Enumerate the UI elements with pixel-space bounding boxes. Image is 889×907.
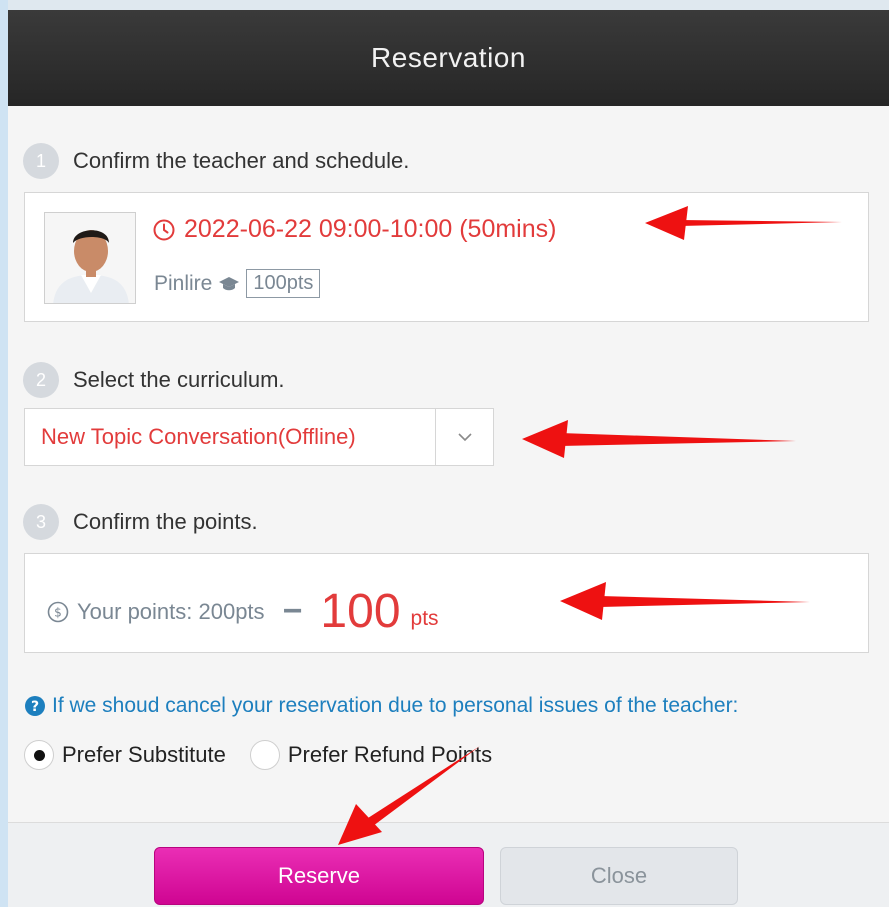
step-label: Select the curriculum. xyxy=(73,367,285,392)
teacher-points-tag: 100pts xyxy=(246,269,321,298)
step-number-badge: 2 xyxy=(23,362,59,398)
reservation-dialog: Reservation 1 Confirm the teacher and sc… xyxy=(8,10,889,907)
svg-text:?: ? xyxy=(31,699,39,715)
svg-text:$: $ xyxy=(54,605,62,619)
radio-dot xyxy=(33,749,45,761)
step-number-badge: 3 xyxy=(23,504,59,540)
teacher-name: Pinlire xyxy=(154,271,213,295)
step-label: Confirm the teacher and schedule. xyxy=(73,148,410,173)
schedule-datetime: 2022-06-22 09:00-10:00 (50mins) xyxy=(152,215,556,244)
radio-prefer-refund[interactable]: Prefer Refund Points xyxy=(249,740,493,770)
step-label: Confirm the points. xyxy=(73,509,258,534)
coin-icon: $ xyxy=(47,601,69,622)
graduation-cap-icon xyxy=(219,276,240,290)
your-points: Your points: 200pts xyxy=(77,598,265,624)
deduct-unit: pts xyxy=(410,607,439,630)
radio-button-selected[interactable] xyxy=(24,740,54,770)
notice-text: If we shoud cancel your reservation due … xyxy=(52,694,739,717)
curriculum-select[interactable]: New Topic Conversation(Offline) xyxy=(24,408,494,466)
step-3-heading: 3 Confirm the points. xyxy=(23,504,258,540)
radio-button-unselected[interactable] xyxy=(249,740,280,770)
question-circle-icon: ? xyxy=(25,696,45,716)
radio-label: Prefer Substitute xyxy=(62,742,226,767)
schedule-text: 2022-06-22 09:00-10:00 (50mins) xyxy=(184,215,557,243)
dialog-footer: Reserve Close xyxy=(8,822,889,907)
reserve-button[interactable]: Reserve xyxy=(154,847,484,905)
radio-prefer-substitute[interactable]: Prefer Substitute xyxy=(24,740,226,770)
step-number-badge: 1 xyxy=(23,143,59,179)
teacher-photo-icon xyxy=(45,213,135,303)
close-button[interactable]: Close xyxy=(500,847,738,905)
points-card: $ Your points: 200pts − 100 pts xyxy=(24,553,869,653)
dialog-header: Reservation xyxy=(8,10,889,106)
deduct-amount: 100 xyxy=(320,585,401,638)
cancellation-notice: ? If we shoud cancel your reservation du… xyxy=(24,694,738,718)
teacher-avatar xyxy=(44,212,136,304)
chevron-down-icon xyxy=(457,433,472,442)
teacher-info: Pinlire 100pts xyxy=(154,269,321,298)
step-1-heading: 1 Confirm the teacher and schedule. xyxy=(23,143,409,179)
radio-label: Prefer Refund Points xyxy=(287,742,493,767)
curriculum-dropdown-toggle[interactable] xyxy=(435,409,493,465)
cancellation-preference-group: Prefer Substitute Prefer Refund Points xyxy=(24,740,516,770)
clock-icon xyxy=(153,219,175,240)
teacher-schedule-card: 2022-06-22 09:00-10:00 (50mins) Pinlire … xyxy=(24,192,869,322)
dialog-title: Reservation xyxy=(371,42,526,73)
step-2-heading: 2 Select the curriculum. xyxy=(23,362,285,398)
points-summary: $ Your points: 200pts − 100 pts xyxy=(47,584,439,639)
minus-sign: − xyxy=(282,592,303,630)
curriculum-selected-value: New Topic Conversation(Offline) xyxy=(41,424,356,449)
